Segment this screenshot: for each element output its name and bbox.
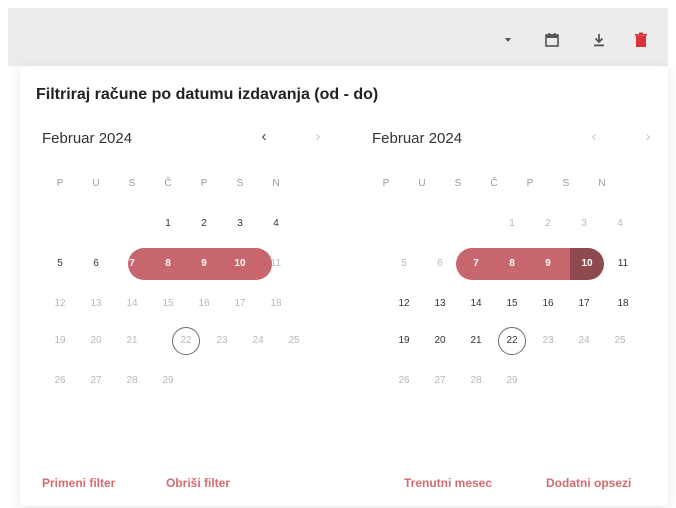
- day-cell-disabled: 18: [270, 298, 282, 309]
- day-cell[interactable]: 16: [530, 290, 566, 318]
- day-cell-disabled: 19: [54, 335, 66, 346]
- day-cell[interactable]: 12: [386, 290, 422, 318]
- weekday-label: P: [56, 178, 64, 189]
- day-cell-selected[interactable]: 7: [458, 250, 494, 278]
- day-cell[interactable]: 13: [422, 290, 458, 318]
- weekday-label: P: [526, 178, 534, 189]
- prev-month-button[interactable]: ‹: [254, 128, 274, 145]
- day-cell[interactable]: 2: [186, 210, 222, 238]
- day-cell-disabled: 29: [162, 375, 174, 386]
- next-month-button[interactable]: ›: [308, 128, 328, 145]
- weekday-label: P: [382, 178, 390, 189]
- day-cell[interactable]: 3: [222, 210, 258, 238]
- day-cell-disabled: 26: [54, 375, 66, 386]
- day-cell-disabled: 1: [509, 218, 515, 229]
- day-cell-disabled: 28: [470, 375, 482, 386]
- day-cell-disabled: 26: [398, 375, 410, 386]
- more-ranges-button[interactable]: Dodatni opsezi: [546, 476, 631, 490]
- current-month-button[interactable]: Trenutni mesec: [404, 476, 492, 490]
- day-cell-today: 22: [180, 335, 192, 346]
- weekday-label: S: [562, 178, 570, 189]
- clear-filter-button[interactable]: Obriši filter: [166, 476, 230, 490]
- day-cell-selected[interactable]: 10: [222, 250, 258, 278]
- trash-icon[interactable]: [631, 30, 651, 50]
- popover-title: Filtriraj račune po datumu izdavanja (od…: [36, 86, 379, 103]
- day-cell-disabled: 24: [252, 335, 264, 346]
- day-cell-disabled: 24: [578, 335, 590, 346]
- download-icon[interactable]: [589, 30, 609, 50]
- day-cell[interactable]: 14: [458, 290, 494, 318]
- day-cell-disabled: 27: [434, 375, 446, 386]
- day-cell-disabled: 29: [506, 375, 518, 386]
- day-cell[interactable]: 11: [605, 250, 641, 278]
- day-cell-disabled: 14: [126, 298, 138, 309]
- weekday-label: P: [200, 178, 208, 189]
- apply-filter-button[interactable]: Primeni filter: [42, 476, 115, 490]
- day-cell-disabled: 6: [437, 258, 443, 269]
- day-cell-selected[interactable]: 9: [186, 250, 222, 278]
- caret-down-icon[interactable]: [498, 30, 518, 50]
- day-cell-disabled: 12: [54, 298, 66, 309]
- next-month-button[interactable]: ›: [638, 128, 658, 145]
- toolbar: [8, 8, 668, 66]
- day-cell-disabled: 2: [545, 218, 551, 229]
- day-cell-disabled: 13: [90, 298, 102, 309]
- day-cell-disabled: 25: [288, 335, 300, 346]
- weekday-label: S: [236, 178, 244, 189]
- month-label: Februar 2024: [42, 130, 133, 147]
- day-cell-today[interactable]: 22: [494, 327, 530, 355]
- day-cell[interactable]: 5: [42, 250, 78, 278]
- weekday-label: S: [454, 178, 462, 189]
- day-cell-disabled: 23: [216, 335, 228, 346]
- day-cell[interactable]: 18: [605, 290, 641, 318]
- day-cell-selected[interactable]: 7: [114, 250, 150, 278]
- day-cell-selected[interactable]: 8: [494, 250, 530, 278]
- day-cell-disabled: 21: [126, 335, 138, 346]
- day-cell-disabled: 5: [401, 258, 407, 269]
- day-cell[interactable]: 19: [386, 327, 422, 355]
- day-cell-selected[interactable]: 9: [530, 250, 566, 278]
- day-cell-selected[interactable]: 8: [150, 250, 186, 278]
- month-label: Februar 2024: [372, 130, 463, 147]
- day-cell[interactable]: 1: [150, 210, 186, 238]
- day-cell[interactable]: 4: [258, 210, 294, 238]
- day-cell[interactable]: 6: [78, 250, 114, 278]
- day-cell[interactable]: 21: [458, 327, 494, 355]
- day-cell-disabled: 27: [90, 375, 102, 386]
- prev-month-button[interactable]: ‹: [584, 128, 604, 145]
- weekday-label: U: [92, 178, 100, 189]
- day-cell-range-end[interactable]: 10: [569, 250, 605, 278]
- weekday-label: Č: [490, 178, 498, 189]
- weekday-label: Č: [164, 178, 172, 189]
- weekday-label: U: [418, 178, 426, 189]
- day-cell-disabled: 3: [581, 218, 587, 229]
- day-cell-disabled: 15: [162, 298, 174, 309]
- day-cell-disabled: 4: [617, 218, 623, 229]
- day-cell-disabled: 20: [90, 335, 102, 346]
- day-cell-disabled: 28: [126, 375, 138, 386]
- day-cell[interactable]: 15: [494, 290, 530, 318]
- day-cell-disabled: 23: [542, 335, 554, 346]
- weekday-label: S: [128, 178, 136, 189]
- calendar-icon[interactable]: [542, 30, 562, 50]
- day-cell-disabled: 17: [234, 298, 246, 309]
- day-cell-disabled: 11: [270, 258, 282, 269]
- weekday-label: N: [272, 178, 280, 189]
- day-cell-disabled: 16: [198, 298, 210, 309]
- weekday-label: N: [598, 178, 606, 189]
- day-cell-disabled: 25: [614, 335, 626, 346]
- day-cell[interactable]: 17: [566, 290, 602, 318]
- day-cell[interactable]: 20: [422, 327, 458, 355]
